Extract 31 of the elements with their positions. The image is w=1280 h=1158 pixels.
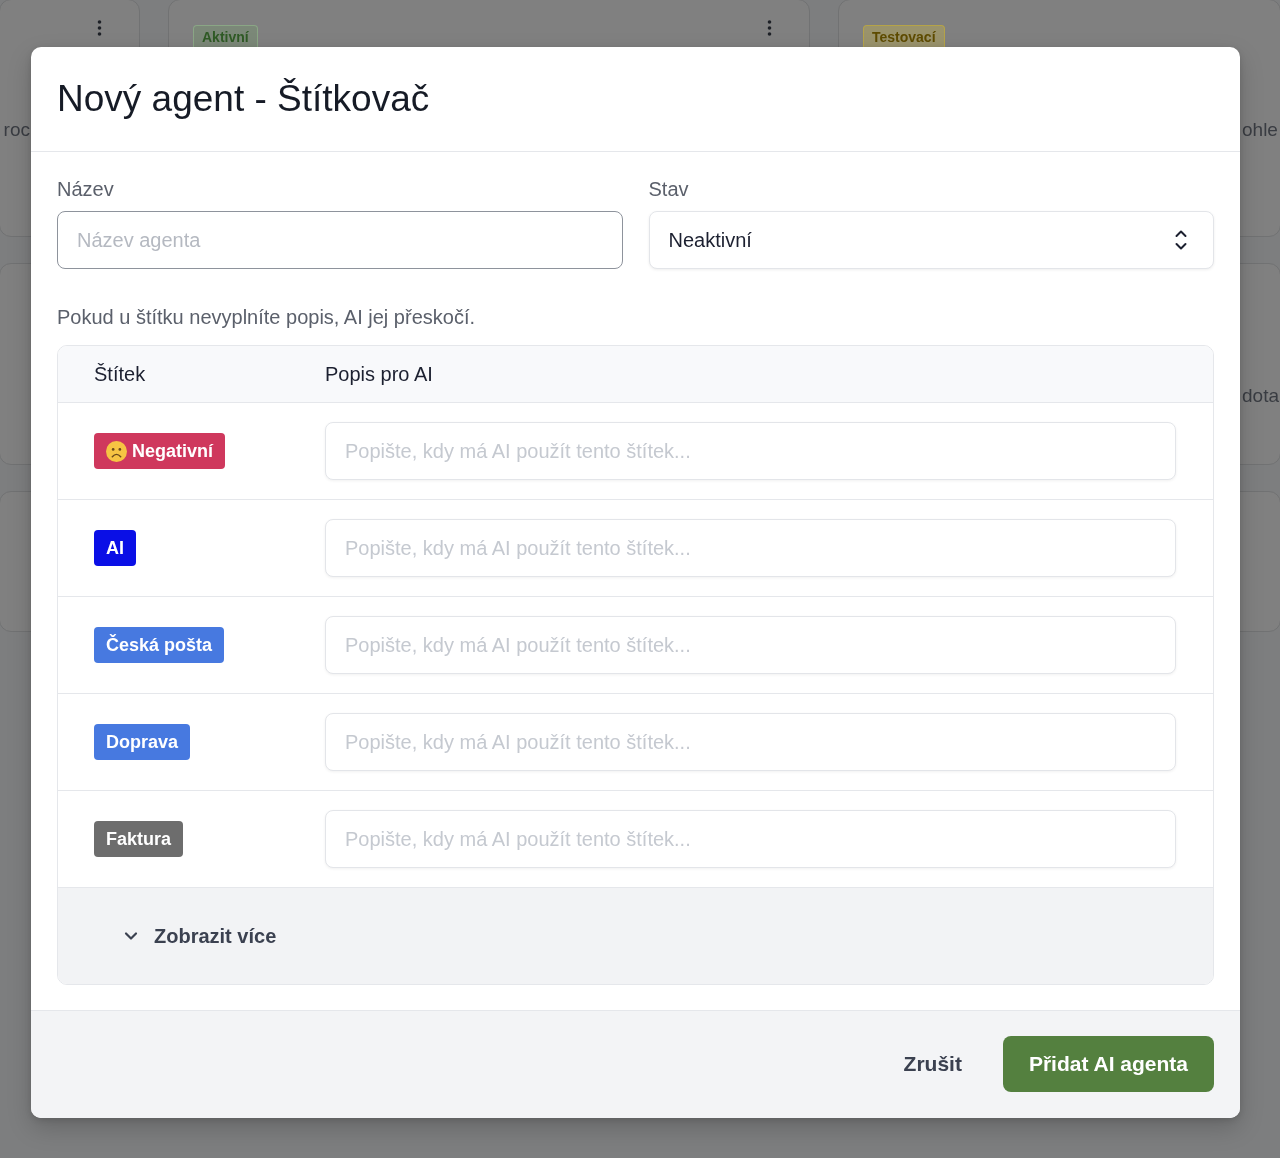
tag-name: Doprava [106,731,179,753]
column-header: Popis pro AI [325,362,434,386]
tag-name: Česká pošta [106,634,213,656]
card-description: ohle [1242,118,1278,142]
more-options-icon[interactable] [97,20,102,36]
column-header: Štítek [94,362,147,386]
field-label: Název [57,177,115,201]
tag-name: Negativní [132,440,214,462]
description-input[interactable]: Popište, kdy má AI použít tento štítek... [325,810,1176,868]
chevron-down-icon [124,931,138,941]
more-options-icon[interactable] [767,20,772,36]
tag-name: Faktura [106,828,172,850]
status-select[interactable]: Neaktivní [648,211,1214,269]
add-agent-button[interactable]: Přidat AI agenta [1002,1036,1214,1092]
show-more-button[interactable]: Zobrazit více [120,920,281,952]
cancel-button[interactable]: Zrušit [887,1036,978,1092]
description-input[interactable]: Popište, kdy má AI použít tento štítek... [325,422,1176,480]
card-description: dota [1242,384,1279,408]
dialog-title: Nový agent - Štítkovač [57,77,431,121]
card-description: roc [3,118,30,142]
hint-text: Pokud u štítku nevyplníte popis, AI jej přeskočí. [57,305,476,329]
name-input[interactable]: Název agenta [57,211,623,269]
chevron-up-down-icon [1175,229,1187,251]
frowning-face-icon [106,440,127,462]
description-input[interactable]: Popište, kdy má AI použít tento štítek... [325,713,1176,771]
status-badge: Aktivní [193,25,258,48]
description-input[interactable]: Popište, kdy má AI použít tento štítek... [325,519,1176,577]
tag-name: AI [106,537,124,559]
description-input[interactable]: Popište, kdy má AI použít tento štítek... [325,616,1176,674]
field-label: Stav [648,177,690,201]
status-badge: Testovací [863,25,945,48]
